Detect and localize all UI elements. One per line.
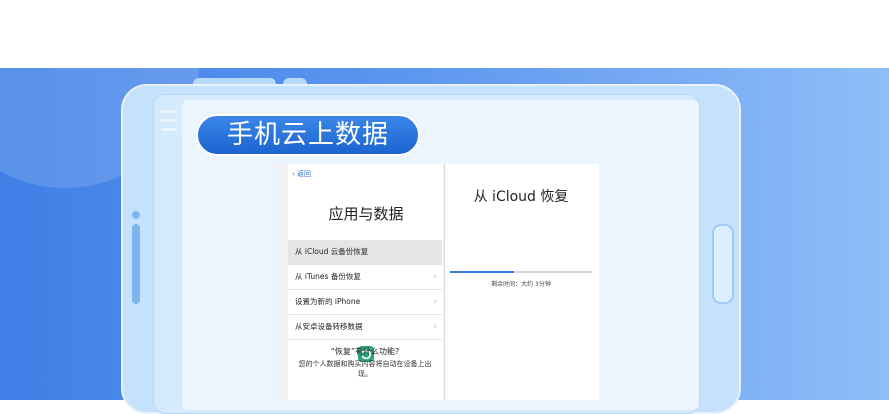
- option-itunes-backup[interactable]: 从 iTunes 备份恢复 ›: [288, 265, 442, 290]
- chevron-right-icon: ›: [433, 297, 437, 307]
- chevron-left-icon: ‹: [292, 170, 295, 178]
- restore-progress-fill: [450, 271, 514, 273]
- option-move-from-android[interactable]: 从安卓设备转移数据 ›: [288, 315, 442, 340]
- menu-lines-icon: [161, 110, 177, 137]
- apps-and-data-heading: 应用与数据: [328, 205, 404, 223]
- option-new-iphone[interactable]: 设置为新的 iPhone ›: [288, 290, 442, 315]
- faq-description: 您的个人数据和购买内容将自动在设备上出现。: [298, 360, 432, 378]
- camera-dot: [132, 211, 140, 219]
- restore-title: 从 iCloud 恢复: [473, 189, 569, 205]
- chevron-right-icon: ›: [433, 272, 437, 282]
- option-label: 从 iCloud 云备份恢复: [295, 247, 369, 256]
- back-link[interactable]: ‹ 返回: [292, 169, 311, 179]
- option-label: 设置为新的 iPhone: [295, 297, 361, 306]
- home-button: [712, 224, 734, 304]
- back-label: 返回: [297, 170, 312, 178]
- option-icloud-backup[interactable]: 从 iCloud 云备份恢复: [288, 240, 442, 265]
- side-button: [132, 224, 140, 304]
- chevron-right-icon: ›: [433, 322, 437, 332]
- option-label: 从安卓设备转移数据: [295, 322, 363, 331]
- faq-link[interactable]: “恢复”有什么功能?: [288, 346, 442, 357]
- time-remaining: 剩余时间：大约 3分钟: [491, 281, 551, 288]
- option-label: 从 iTunes 备份恢复: [295, 272, 361, 281]
- restore-progress-bar: [450, 271, 592, 273]
- restore-options-list: 从 iCloud 云备份恢复 从 iTunes 备份恢复 › 设置为新的 iPh…: [288, 240, 442, 340]
- banner-title: 手机云上数据: [196, 114, 420, 156]
